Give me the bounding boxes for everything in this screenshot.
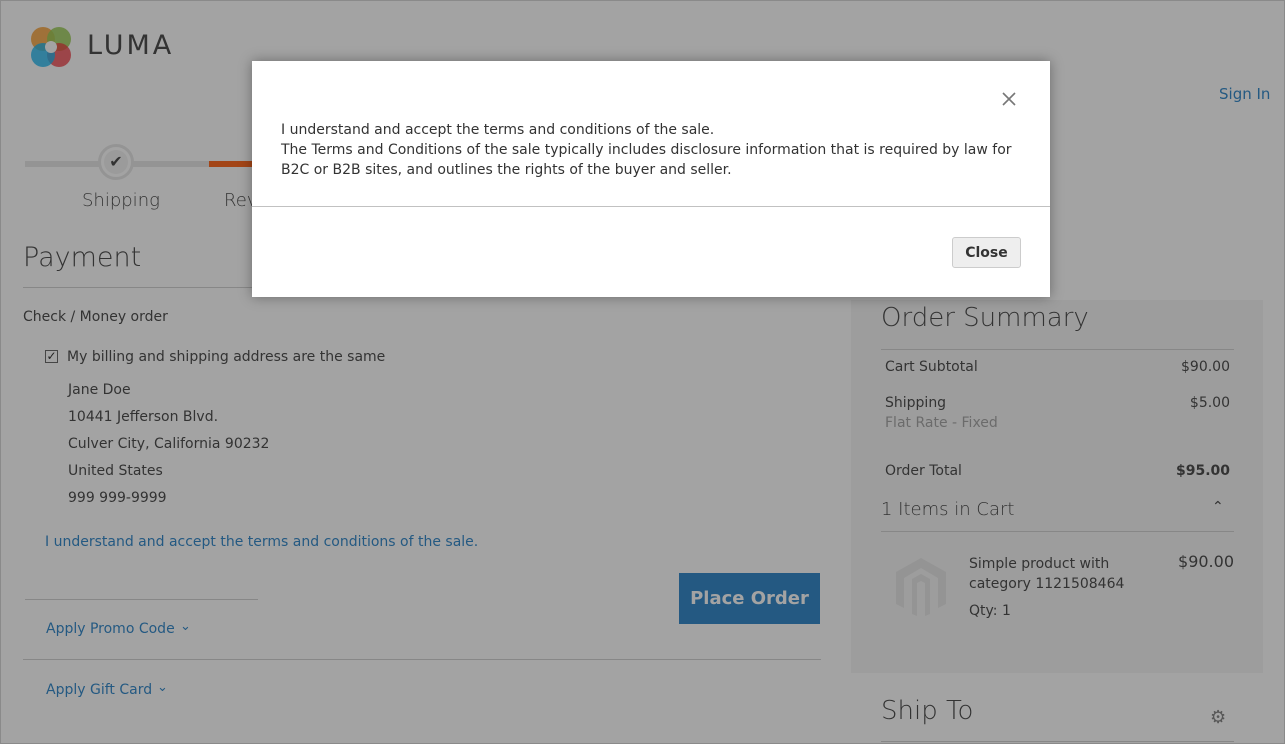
divider — [252, 206, 1050, 207]
terms-modal: I understand and accept the terms and co… — [252, 61, 1050, 297]
modal-text-line2: The Terms and Conditions of the sale typ… — [281, 142, 1012, 178]
close-button[interactable]: Close — [952, 237, 1021, 268]
close-icon[interactable] — [997, 87, 1021, 111]
modal-body: I understand and accept the terms and co… — [281, 120, 1021, 180]
modal-text-line1: I understand and accept the terms and co… — [281, 122, 715, 138]
